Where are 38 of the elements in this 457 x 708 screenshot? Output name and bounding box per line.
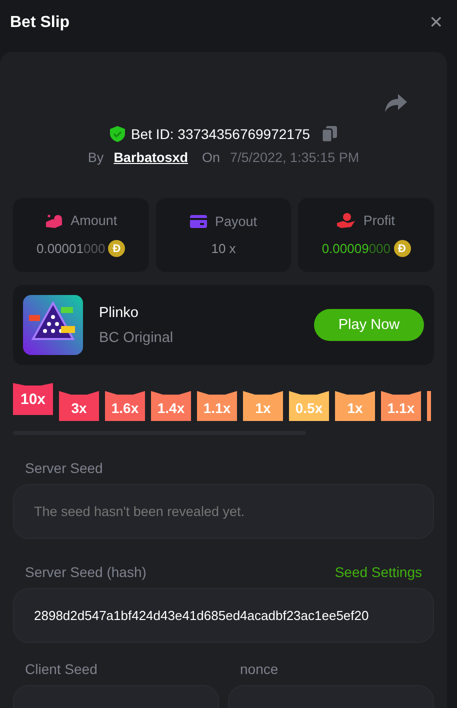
stat-label: Profit: [363, 213, 395, 228]
stat-value: 10 x: [211, 241, 236, 256]
bet-id: Bet ID: 33734356769972175: [130, 126, 310, 142]
multiplier-bucket: 1.6x: [105, 391, 145, 421]
copy-icon[interactable]: [322, 126, 338, 142]
seed-settings-link[interactable]: Seed Settings: [334, 564, 422, 580]
field-label: nonce: [239, 661, 280, 677]
stat-label: Payout: [214, 214, 258, 229]
game-provider: BC Original: [99, 330, 174, 346]
multiplier-bucket: 1.4x: [151, 391, 191, 421]
coin-icon: Đ: [394, 240, 411, 257]
field-label: Server Seed (hash): [24, 564, 146, 580]
on-label: On: [202, 150, 220, 165]
multiplier-bucket: 1.1x: [197, 391, 237, 421]
coin-icon: Đ: [108, 240, 126, 257]
card-icon: [190, 215, 207, 228]
hand-person-icon: [337, 213, 356, 228]
hash-field[interactable]: 2898d2d547a1bf424d43e41d685ed4acadbf23ac1ee5ef20: [13, 588, 434, 643]
server-seed-field[interactable]: The seed hasn't been revealed yet.: [13, 484, 434, 539]
by-label: By: [88, 150, 104, 165]
field-label: Server Seed: [24, 460, 103, 476]
share-icon[interactable]: [385, 94, 407, 112]
close-button[interactable]: ✕: [429, 12, 443, 33]
multiplier-bucket: 1.1x: [381, 391, 421, 421]
multiplier-bucket: 3x: [59, 391, 99, 421]
multiplier-bucket: 1x: [335, 391, 375, 421]
field-label: Client Seed: [24, 661, 98, 677]
stat-label: Amount: [70, 213, 118, 228]
coins-icon: [44, 214, 63, 228]
stat-value: 0.00001000: [36, 241, 106, 256]
window-title: Bet Slip: [10, 14, 70, 32]
multiplier-bucket: 10x: [13, 383, 53, 415]
game-name: Plinko: [99, 304, 140, 320]
multiplier-bucket: 1x: [243, 391, 283, 421]
username-link[interactable]: Barbatosxd: [114, 150, 188, 165]
stat-value: 0.00009000: [322, 241, 391, 256]
multiplier-bucket: 0.5x: [289, 391, 329, 421]
bet-date: 7/5/2022, 1:35:15 PM: [230, 150, 360, 165]
